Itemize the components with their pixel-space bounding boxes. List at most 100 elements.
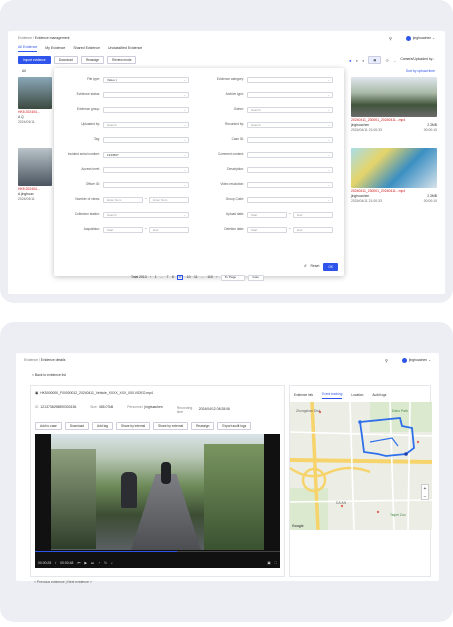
screenshot-icon[interactable]: ▣ <box>267 561 270 565</box>
page-number[interactable]: 110 <box>207 275 212 279</box>
loop-icon[interactable]: ↻ <box>104 561 107 565</box>
cyclist-figure <box>161 462 171 484</box>
filter-input[interactable]: ⌄ <box>103 91 189 98</box>
tab-shared-evidence[interactable]: Shared Evidence <box>73 46 100 52</box>
speed-icon[interactable]: ◔ <box>98 561 100 565</box>
review-mode-button[interactable]: Review mode <box>107 56 137 64</box>
range-end-input[interactable]: End <box>292 226 333 233</box>
bell-icon[interactable]: ⚲ <box>389 36 392 41</box>
action-button[interactable]: Share by internal <box>116 422 151 430</box>
goto-input[interactable]: Goto <box>248 275 265 281</box>
page-number[interactable]: 10 <box>187 275 191 279</box>
side-tab[interactable]: Audit logs <box>372 393 386 399</box>
side-tab[interactable]: Evidence info <box>294 393 313 399</box>
prev-page-icon[interactable]: ‹ <box>150 275 151 279</box>
chevron-down-icon: ⌄ <box>183 92 186 97</box>
sort-select[interactable]: Camera/Uploaded by... <box>400 57 435 61</box>
fullscreen-icon[interactable]: ⛶ <box>275 561 277 565</box>
sort-hint[interactable]: Sort by upload time <box>406 69 435 73</box>
import-evidence-button[interactable]: Import evidence <box>18 56 51 64</box>
tab-my-evidence[interactable]: My Evidence <box>45 46 65 52</box>
evidence-card[interactable]: 20240411_230001_20240411...mp4 jinghuach… <box>351 77 437 139</box>
action-button[interactable]: Add to case <box>35 422 62 430</box>
filter-input[interactable]: ⌄ <box>103 166 189 173</box>
page-number[interactable]: ... <box>160 275 163 279</box>
filter-icon[interactable]: ● <box>362 58 364 63</box>
action-button[interactable]: Download <box>64 422 90 430</box>
filter-input[interactable]: ⌄ <box>103 181 189 188</box>
range-start-input[interactable]: Start <box>103 226 143 233</box>
range-end-input[interactable]: End <box>292 211 333 218</box>
volume-icon[interactable]: ♪ <box>111 561 113 565</box>
grid-view-icon[interactable]: ● <box>349 58 351 63</box>
side-tab[interactable]: Event tracking <box>322 392 343 399</box>
page-number[interactable]: 9 <box>177 275 184 281</box>
next-page-icon[interactable]: › <box>216 275 217 279</box>
back-to-list-link[interactable]: < Back to evidence list <box>32 373 66 377</box>
page-number[interactable]: 7 <box>167 275 169 279</box>
zoom-out-button[interactable]: − <box>422 493 428 501</box>
filter-input[interactable]: ⌄ <box>247 196 333 203</box>
video-player[interactable]: 00:00:28 / 00:00:48 ⏮ ▶ ⏭ ◔ ↻ ♪ ▣ ⛶ <box>35 434 280 568</box>
filter-input[interactable]: ⌄ <box>247 151 333 158</box>
zoom-in-button[interactable]: + <box>422 485 428 493</box>
more-icon[interactable]: ⌄ <box>393 58 396 63</box>
list-item[interactable]: HK5 202404... A jinghuac 2024/04/11 <box>18 148 52 201</box>
range-start-input[interactable]: Enter Num <box>103 196 143 203</box>
prev-next-evidence[interactable]: < Previous evidence | Next evidence > <box>34 580 92 584</box>
chevron-down-icon: ⌄ <box>183 167 186 172</box>
page-number[interactable]: 8 <box>172 275 174 279</box>
action-button[interactable]: Share by external <box>153 422 189 430</box>
page-size-select[interactable]: 8 / Page <box>220 275 245 281</box>
page-number[interactable]: ... <box>201 275 204 279</box>
range-end-input[interactable]: End <box>148 226 189 233</box>
toolbar: Import evidence Download Reassign Review… <box>18 56 137 64</box>
reset-button[interactable]: Reset <box>311 264 320 268</box>
page-number[interactable]: 11 <box>194 275 198 279</box>
range-end-input[interactable]: Enter Num <box>148 196 189 203</box>
tab-all-evidence[interactable]: All Evidence <box>18 45 38 52</box>
filter-input[interactable]: Search ⌄ <box>103 211 189 218</box>
filter-input[interactable]: Video × ⌄ <box>103 76 189 83</box>
breadcrumb-root[interactable]: Evidence <box>18 36 32 40</box>
filter-input[interactable]: ⌄ <box>103 106 189 113</box>
breadcrumb-root[interactable]: Evidence <box>24 358 38 362</box>
filter-input[interactable]: ⌄ <box>247 181 333 188</box>
filter-input[interactable]: Search ⌄ <box>247 106 333 113</box>
filter-row: Tag: ⌄ <box>58 132 196 147</box>
action-button[interactable]: Reassign <box>191 422 215 430</box>
filter-input[interactable]: Search ⌄ <box>103 121 189 128</box>
side-tab[interactable]: Location <box>351 393 363 399</box>
filter-input[interactable]: ⌄ <box>247 136 333 143</box>
reassign-button[interactable]: Reassign <box>80 56 105 64</box>
user-menu[interactable]: ⚲ jinghuachen ⌄ <box>389 36 435 41</box>
user-menu[interactable]: ⚲ jinghuachen ⌄ <box>385 358 431 363</box>
ok-button[interactable]: OK <box>323 263 338 271</box>
page-number[interactable]: 1 <box>155 275 157 279</box>
map-view[interactable]: Google Zhongshan Dist. DA'AN Dahu Park T… <box>290 402 432 530</box>
video-thumbnail <box>18 148 52 186</box>
range-start-input[interactable]: Start <box>247 211 287 218</box>
filter-input[interactable]: ⌄ <box>247 166 333 173</box>
action-button[interactable]: Add tag <box>92 422 114 430</box>
list-view-icon[interactable]: ● <box>356 58 358 63</box>
filter-input[interactable]: ⌄ <box>247 76 333 83</box>
settings-icon[interactable]: ⚙ <box>385 58 389 63</box>
filter-input[interactable]: ⌄ <box>247 91 333 98</box>
rewind-icon[interactable]: ⏮ <box>77 561 80 565</box>
filter-input[interactable]: Search ⌄ <box>247 121 333 128</box>
download-button[interactable]: Download <box>53 56 78 64</box>
grid-toggle-button[interactable]: ▦ <box>368 56 382 64</box>
play-icon[interactable]: ▶ <box>84 561 87 565</box>
progress-bar[interactable] <box>35 551 280 553</box>
filter-input[interactable]: 1234567 ⌄ <box>103 151 189 158</box>
range-start-input[interactable]: Start <box>247 226 287 233</box>
action-button[interactable]: Export audit logs <box>217 422 252 430</box>
list-item[interactable]: HK5 202404... A Q 2024/04/11 <box>18 77 52 124</box>
tab-unclassified-evidence[interactable]: Unclassified Evidence <box>108 46 142 52</box>
filter-input[interactable]: ⌄ <box>103 136 189 143</box>
filter-label: Owner: <box>233 106 244 111</box>
evidence-card[interactable]: 20240411_230001_20240411...mp4 jinghuach… <box>351 148 437 210</box>
bell-icon[interactable]: ⚲ <box>385 358 388 363</box>
forward-icon[interactable]: ⏭ <box>91 561 94 565</box>
